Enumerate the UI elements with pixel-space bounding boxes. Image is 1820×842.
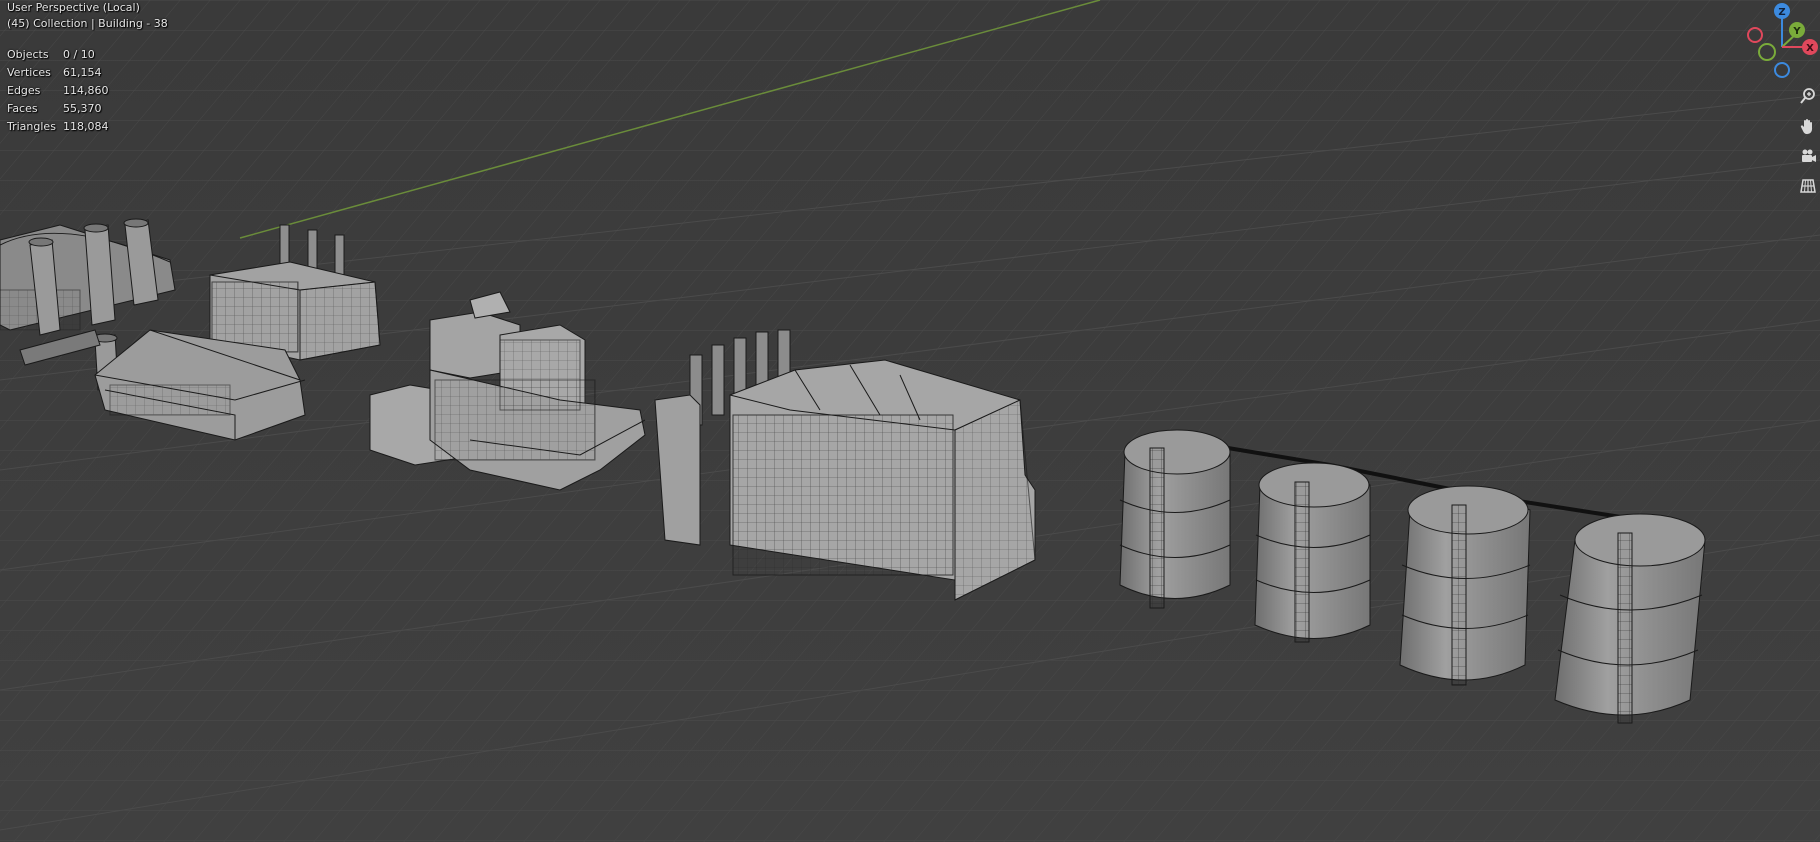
stat-label: Objects [7,48,49,61]
stat-label: Edges [7,84,41,97]
stat-row-faces: Faces 55,370 [7,100,109,118]
stat-label: Vertices [7,66,51,79]
pan-hand-icon [1800,119,1812,134]
ortho-toggle-button[interactable] [1796,174,1820,198]
camera-view-button[interactable] [1796,144,1820,168]
stat-row-vertices: Vertices 61,154 [7,64,109,82]
pan-button[interactable] [1796,114,1820,138]
grid-view-icon [1800,179,1816,193]
stat-row-edges: Edges 114,860 [7,82,109,100]
stat-row-triangles: Triangles 118,084 [7,118,109,136]
stat-value: 55,370 [63,102,102,115]
gizmo-y-label: Y [1792,26,1801,37]
stat-value: 0 / 10 [63,48,95,61]
zoom-icon [1800,88,1815,104]
stat-value: 61,154 [63,66,102,79]
stat-value: 114,860 [63,84,109,97]
scene-statistics: Objects 0 / 10 Vertices 61,154 Edges 114… [7,46,109,136]
stat-value: 118,084 [63,120,109,133]
gizmo-z-label: Z [1778,7,1785,18]
view-title: User Perspective (Local) [7,1,140,14]
active-collection-label: (45) Collection | Building - 38 [7,17,168,30]
3d-viewport[interactable]: Z Y X User Perspective (Local) (45) Coll… [0,0,1820,842]
stat-label: Triangles [7,120,56,133]
scene-canvas[interactable]: Z Y X [0,0,1820,842]
stat-row-objects: Objects 0 / 10 [7,46,109,64]
stat-label: Faces [7,102,38,115]
zoom-button[interactable] [1796,84,1820,108]
camera-icon [1802,149,1816,162]
gizmo-x-label: X [1806,43,1814,54]
